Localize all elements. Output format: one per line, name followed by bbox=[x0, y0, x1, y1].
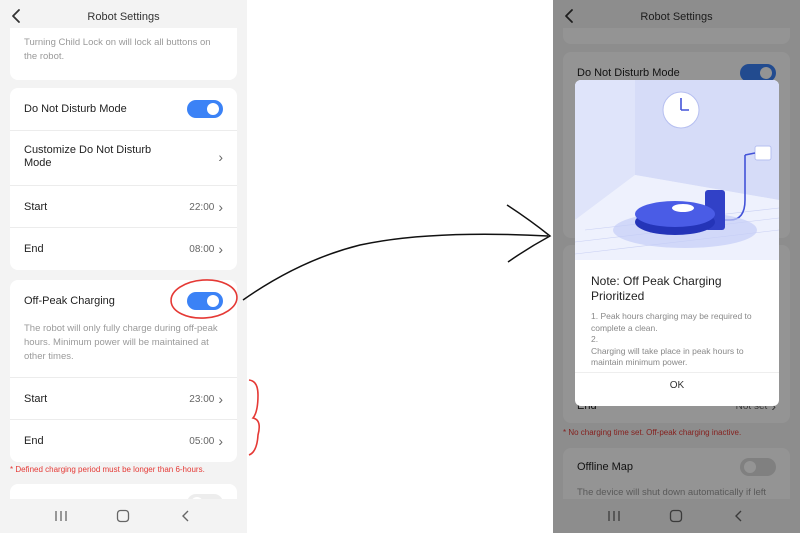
back-arrow-icon[interactable] bbox=[9, 7, 25, 25]
dnd-start-label: Start bbox=[24, 201, 48, 213]
comparison-stage: Robot Settings Turning Child Lock on wil… bbox=[0, 0, 800, 533]
dnd-end-row[interactable]: End 08:00 › bbox=[24, 238, 223, 260]
dnd-end-value: 08:00 bbox=[189, 243, 215, 255]
dialog-line-2-number: 2. bbox=[591, 334, 599, 344]
off-peak-start-row[interactable]: Start 23:00 › bbox=[24, 388, 223, 410]
right-phone-screen: Robot Settings Do Not Disturb Mode End N… bbox=[553, 0, 800, 533]
system-navbar bbox=[0, 499, 247, 533]
dnd-start-value: 22:00 bbox=[189, 201, 215, 213]
dnd-card: Do Not Disturb Mode Customize Do Not Dis… bbox=[10, 88, 237, 270]
dialog-title: Note: Off Peak Charging Prioritized bbox=[591, 274, 722, 303]
off-peak-note-dialog: Note: Off Peak Charging Prioritized 1. P… bbox=[575, 80, 779, 406]
charging-period-warning: * Defined charging period must be longer… bbox=[10, 465, 205, 474]
child-lock-card: Turning Child Lock on will lock all butt… bbox=[10, 28, 237, 80]
child-lock-description: Turning Child Lock on will lock all butt… bbox=[24, 37, 211, 62]
ok-button[interactable]: OK bbox=[575, 380, 779, 391]
dnd-label: Do Not Disturb Mode bbox=[24, 103, 127, 115]
home-icon[interactable] bbox=[113, 506, 133, 526]
off-peak-end-value: 05:00 bbox=[189, 435, 215, 447]
chevron-right-icon: › bbox=[218, 149, 223, 165]
chevron-right-icon: › bbox=[218, 391, 223, 407]
robot-vacuum-charging-illustration bbox=[575, 80, 779, 260]
off-peak-start-label: Start bbox=[24, 393, 48, 405]
off-peak-toggle[interactable] bbox=[187, 292, 223, 310]
off-peak-start-value: 23:00 bbox=[189, 393, 215, 405]
page-title: Robot Settings bbox=[87, 11, 160, 23]
dialog-line-2: Charging will take place in peak hours t… bbox=[591, 345, 744, 368]
flow-arrow bbox=[242, 233, 549, 301]
dialog-line-1: 1. Peak hours charging may be required t… bbox=[591, 311, 752, 333]
arrowhead bbox=[506, 204, 552, 263]
chevron-right-icon: › bbox=[218, 433, 223, 449]
dnd-toggle[interactable] bbox=[187, 100, 223, 118]
highlight-bracket bbox=[248, 379, 260, 456]
back-icon[interactable] bbox=[176, 506, 196, 526]
chevron-right-icon: › bbox=[218, 241, 223, 257]
off-peak-description: The robot will only fully charge during … bbox=[24, 323, 218, 362]
left-phone-screen: Robot Settings Turning Child Lock on wil… bbox=[0, 0, 247, 533]
dialog-body: 1. Peak hours charging may be required t… bbox=[591, 311, 767, 369]
dnd-end-label: End bbox=[24, 243, 44, 255]
dnd-row: Do Not Disturb Mode bbox=[24, 98, 223, 120]
off-peak-label: Off-Peak Charging bbox=[24, 295, 115, 307]
off-peak-card: Off-Peak Charging The robot will only fu… bbox=[10, 280, 237, 462]
off-peak-end-row[interactable]: End 05:00 › bbox=[24, 430, 223, 452]
off-peak-end-label: End bbox=[24, 435, 44, 447]
customize-dnd-row[interactable]: Customize Do Not Disturb Mode › bbox=[24, 138, 223, 176]
dnd-start-row[interactable]: Start 22:00 › bbox=[24, 196, 223, 218]
recents-icon[interactable] bbox=[51, 506, 71, 526]
off-peak-row: Off-Peak Charging bbox=[24, 290, 223, 312]
chevron-right-icon: › bbox=[218, 199, 223, 215]
customize-dnd-label: Customize Do Not Disturb Mode bbox=[24, 144, 152, 169]
